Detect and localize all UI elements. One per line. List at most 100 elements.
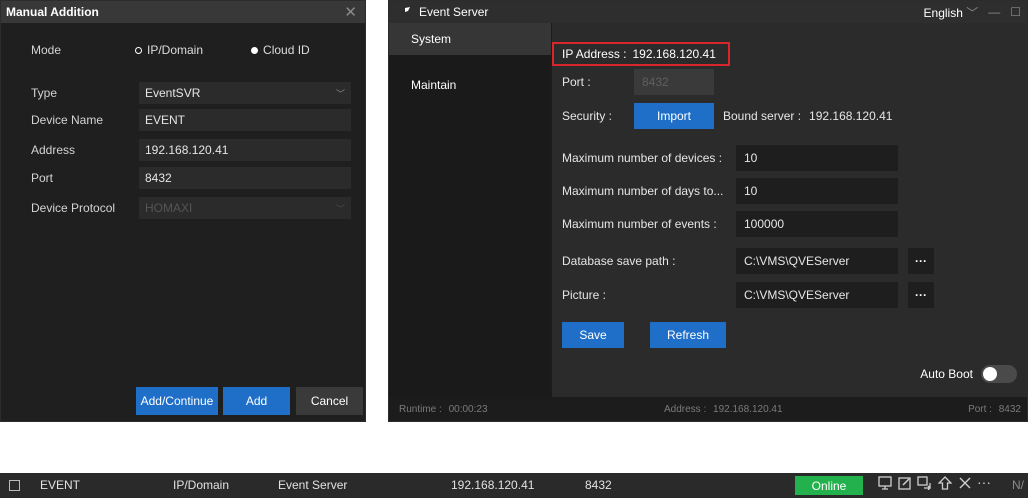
device-protocol-select: HOMAXI ﹀ [139, 197, 351, 219]
system-settings-panel: IP Address : 192.168.120.41 Port : 8432 … [552, 23, 1027, 397]
status-bar: Runtime : 00:00:23 Address : 192.168.120… [389, 397, 1027, 421]
address-input[interactable]: 192.168.120.41 [139, 139, 351, 161]
toggle-knob [983, 367, 997, 381]
mode-cloud-id-radio[interactable]: Cloud ID [251, 43, 310, 57]
bound-server-label: Bound server : [723, 109, 802, 123]
radio-unselected-icon [135, 46, 142, 54]
row-checkbox[interactable] [9, 480, 20, 491]
device-port-cell: 8432 [585, 478, 612, 492]
device-name-input[interactable]: EVENT [139, 109, 351, 131]
replace-icon[interactable] [917, 476, 931, 493]
port-input[interactable]: 8432 [139, 167, 351, 189]
port-row: Port 8432 [31, 167, 351, 189]
device-type-cell: Event Server [278, 478, 348, 492]
max-days-row: Maximum number of days to... 10 [562, 178, 898, 204]
bound-server-value: 192.168.120.41 [809, 109, 893, 123]
add-button[interactable]: Add [223, 387, 290, 415]
server-port-row: Port : 8432 [562, 69, 714, 95]
chevron-down-icon: ﹀ [966, 5, 979, 20]
mode-row: Mode IP/Domain Cloud ID [31, 39, 351, 61]
ip-address-label: IP Address : [562, 47, 627, 61]
ip-address-value: 192.168.120.41 [632, 47, 716, 61]
maximize-icon[interactable]: ☐ [1010, 5, 1021, 19]
server-port-input: 8432 [634, 69, 714, 95]
delete-icon[interactable] [958, 476, 972, 493]
device-protocol-row: Device Protocol HOMAXI ﹀ [31, 197, 351, 219]
device-address-cell: 192.168.120.41 [451, 478, 535, 492]
device-name-cell: EVENT [40, 478, 81, 492]
security-row: Security : Import Bound server : 192.168… [562, 103, 892, 129]
monitor-icon[interactable] [878, 476, 892, 493]
type-row: Type EventSVR ﹀ [31, 82, 351, 104]
dialog-title: Manual Addition [6, 5, 99, 19]
manual-addition-dialog: Manual Addition ✕ Mode IP/Domain Cloud I… [0, 0, 366, 422]
import-button[interactable]: Import [634, 103, 714, 129]
db-path-browse-button[interactable]: ··· [908, 248, 934, 274]
db-path-row: Database save path : C:\VMS\QVEServer [562, 248, 898, 274]
security-label: Security : [562, 109, 613, 123]
cancel-button[interactable]: Cancel [296, 387, 363, 415]
more-icon[interactable]: ··· [977, 474, 991, 490]
picture-label: Picture : [562, 288, 607, 302]
nav-item-maintain[interactable]: Maintain [389, 69, 551, 101]
picture-input[interactable]: C:\VMS\QVEServer [736, 282, 898, 308]
chevron-down-icon: ﹀ [335, 88, 345, 99]
max-days-input[interactable]: 10 [736, 178, 898, 204]
device-name-value: EVENT [145, 113, 186, 127]
address-status: Address : 192.168.120.41 [664, 404, 783, 415]
mode-cloud-id-label: Cloud ID [263, 43, 310, 57]
type-select[interactable]: EventSVR ﹀ [139, 82, 351, 104]
picture-browse-button[interactable]: ··· [908, 282, 934, 308]
server-titlebar: Event Server English ﹀ — ☐ [389, 1, 1027, 23]
edit-icon[interactable] [898, 476, 912, 493]
max-events-label: Maximum number of events : [562, 217, 717, 231]
address-row: Address 192.168.120.41 [31, 139, 351, 161]
db-path-label: Database save path : [562, 254, 676, 268]
max-devices-input[interactable]: 10 [736, 145, 898, 171]
dialog-titlebar: Manual Addition ✕ [1, 1, 365, 23]
port-value: 8432 [145, 171, 172, 185]
auto-boot-label: Auto Boot [920, 367, 973, 381]
radio-selected-icon [251, 46, 259, 54]
ip-address-highlight: IP Address : 192.168.120.41 [552, 42, 730, 66]
server-title: Event Server [419, 5, 489, 19]
event-server-window: Event Server English ﹀ — ☐ System Mainta… [388, 0, 1028, 422]
max-events-row: Maximum number of events : 100000 [562, 211, 898, 237]
status-badge: Online [795, 476, 863, 495]
address-value: 192.168.120.41 [145, 143, 229, 157]
status-address-label: Address : [664, 403, 707, 415]
port-status: Port : 8432 [968, 404, 1021, 415]
type-value: EventSVR [145, 86, 201, 100]
max-events-input[interactable]: 100000 [736, 211, 898, 237]
auto-boot-toggle[interactable] [981, 365, 1017, 383]
table-row[interactable]: EVENT IP/Domain Event Server 192.168.120… [0, 473, 1028, 498]
language-value: English [923, 5, 963, 20]
chevron-down-icon: ﹀ [335, 203, 345, 214]
server-app-icon [400, 7, 410, 17]
upgrade-icon[interactable] [937, 476, 953, 493]
status-port-value: 8432 [998, 403, 1021, 415]
save-button[interactable]: Save [562, 322, 624, 348]
device-mode-cell: IP/Domain [173, 478, 230, 492]
status-address-value: 192.168.120.41 [713, 403, 783, 415]
close-icon[interactable]: ✕ [344, 3, 357, 21]
trailing-cell: N/ [1012, 478, 1024, 492]
auto-boot-control: Auto Boot [920, 365, 1017, 383]
status-port-label: Port : [968, 403, 992, 415]
minimize-icon[interactable]: — [988, 5, 1000, 19]
runtime-status: Runtime : 00:00:23 [399, 404, 488, 415]
add-continue-button[interactable]: Add/Continue [136, 387, 218, 415]
max-devices-row: Maximum number of devices : 10 [562, 145, 898, 171]
max-days-label: Maximum number of days to... [562, 184, 724, 198]
picture-row: Picture : C:\VMS\QVEServer [562, 282, 898, 308]
runtime-value: 00:00:23 [448, 403, 488, 415]
device-name-row: Device Name EVENT [31, 109, 351, 131]
nav-item-system[interactable]: System [389, 23, 551, 55]
server-port-label: Port : [562, 75, 591, 89]
device-protocol-value: HOMAXI [145, 201, 193, 215]
db-path-input[interactable]: C:\VMS\QVEServer [736, 248, 898, 274]
max-devices-label: Maximum number of devices : [562, 151, 723, 165]
mode-ip-domain-radio[interactable]: IP/Domain [135, 43, 203, 57]
language-select[interactable]: English ﹀ [924, 4, 979, 21]
refresh-button[interactable]: Refresh [650, 322, 726, 348]
